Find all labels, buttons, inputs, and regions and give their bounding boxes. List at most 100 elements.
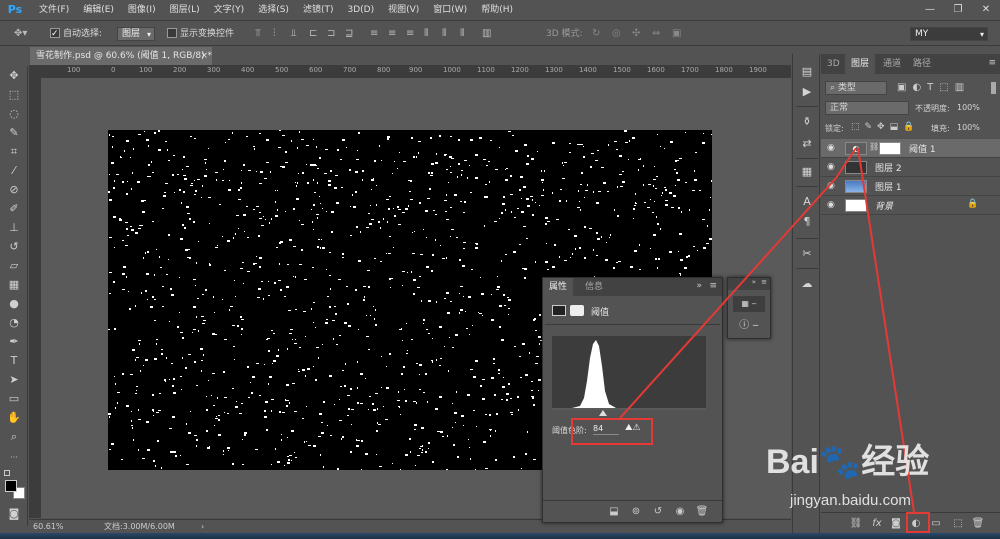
3d-pan-icon[interactable]: ✣	[632, 26, 640, 42]
paragraph-icon[interactable]: ¶	[799, 214, 815, 230]
collapse-icon[interactable]: »	[696, 281, 702, 291]
close-tab-icon[interactable]: ×	[200, 47, 208, 65]
3d-orbit-icon[interactable]: ↻	[592, 26, 600, 42]
menu-edit[interactable]: 编辑(E)	[76, 0, 121, 20]
show-transform-checkbox[interactable]: 显示变换控件	[167, 26, 234, 42]
distribute-top-icon[interactable]: ≡	[370, 26, 378, 42]
zoom-tool-icon[interactable]: ⌕	[5, 429, 23, 445]
libraries-icon[interactable]: ☁	[799, 276, 815, 292]
tab-properties[interactable]: 属性	[543, 278, 574, 296]
menu-window[interactable]: 窗口(W)	[426, 0, 474, 20]
shape-tool-icon[interactable]: ▭	[5, 391, 23, 407]
minimize-button[interactable]: —	[916, 0, 944, 20]
lock-icons[interactable]: ⬚✎✥⬓🔒	[851, 122, 919, 132]
clone-source-icon[interactable]: ⚱	[799, 114, 815, 130]
more-tools-icon[interactable]: ···	[5, 450, 23, 466]
path-select-tool-icon[interactable]: ➤	[5, 372, 23, 388]
filter-toggle-icon[interactable]	[991, 82, 996, 94]
distribute-bottom-icon[interactable]: ≡	[406, 26, 414, 42]
align-top-icon[interactable]: ⫪	[255, 26, 261, 42]
swatches-icon[interactable]: ▦	[799, 164, 815, 180]
align-bottom-icon[interactable]: ⫫	[291, 26, 297, 42]
menu-file[interactable]: 文件(F)	[32, 0, 76, 20]
align-left-icon[interactable]: ⊏	[309, 26, 317, 42]
layer-mask-thumb[interactable]	[879, 142, 901, 155]
tab-channels[interactable]: 通道	[877, 54, 907, 74]
zoom-level[interactable]: 60.61%	[33, 520, 64, 533]
blur-tool-icon[interactable]: ●	[5, 296, 23, 312]
eyedropper-tool-icon[interactable]: ⁄	[5, 163, 23, 179]
layer-row-layer1[interactable]: ◉ 图层 1	[821, 177, 1000, 196]
view-previous-icon[interactable]: ⊚	[629, 505, 643, 519]
default-colors-icon[interactable]	[4, 470, 10, 476]
layer-filter-dropdown[interactable]: ⌕ 类型	[825, 81, 887, 95]
menu-select[interactable]: 选择(S)	[251, 0, 296, 20]
filter-kind-icons[interactable]: ▣◐T⬚▥	[897, 82, 970, 93]
menu-type[interactable]: 文字(Y)	[207, 0, 252, 20]
mask-icon[interactable]	[570, 305, 584, 316]
menu-filter[interactable]: 滤镜(T)	[296, 0, 341, 20]
menu-image[interactable]: 图像(I)	[121, 0, 163, 20]
character-icon[interactable]: A	[799, 194, 815, 210]
marquee-tool-icon[interactable]: ⬚	[5, 87, 23, 103]
delete-layer-icon[interactable]: 🗑	[971, 517, 985, 531]
layer-row-layer2[interactable]: ◉ 图层 2	[821, 158, 1000, 177]
status-arrow-icon[interactable]: ›	[201, 520, 204, 533]
align-right-icon[interactable]: ⊒	[345, 26, 353, 42]
healing-tool-icon[interactable]: ⊘	[5, 182, 23, 198]
history-icon[interactable]: ▤	[799, 64, 815, 80]
visibility-eye-icon[interactable]: ◉	[827, 181, 835, 191]
pen-tool-icon[interactable]: ✒	[5, 334, 23, 350]
visibility-eye-icon[interactable]: ◉	[827, 200, 835, 210]
delete-adjustment-icon[interactable]: 🗑	[695, 505, 709, 519]
crop-tool-icon[interactable]: ⌗	[5, 144, 23, 160]
new-group-icon[interactable]: ▭	[929, 517, 943, 531]
blend-mode-dropdown[interactable]: 正常	[825, 101, 909, 115]
reset-icon[interactable]: ↺	[651, 505, 665, 519]
move-tool-icon[interactable]: ✥	[5, 68, 23, 84]
visibility-eye-icon[interactable]: ◉	[827, 162, 835, 172]
tab-3d[interactable]: 3D	[821, 54, 846, 74]
workspace-dropdown[interactable]: MY	[910, 27, 988, 41]
distribute-vcenter-icon[interactable]: ≡	[388, 26, 396, 42]
gradient-tool-icon[interactable]: ▦	[5, 277, 23, 293]
stamp-tool-icon[interactable]: ⊥	[5, 220, 23, 236]
threshold-slider-handle[interactable]	[599, 410, 607, 416]
clip-to-layer-icon[interactable]: ⬓	[607, 505, 621, 519]
panel-menu-icon[interactable]: ≡	[709, 281, 717, 291]
eraser-tool-icon[interactable]: ▱	[5, 258, 23, 274]
3d-scale-icon[interactable]: ▣	[672, 26, 681, 42]
quick-select-tool-icon[interactable]: ✎	[5, 125, 23, 141]
foreground-color-swatch[interactable]	[5, 480, 17, 492]
actions-play-icon[interactable]: ▶	[799, 84, 815, 100]
histogram-panel-icon[interactable]: ▦ ‒	[733, 296, 765, 312]
tools-presets-icon[interactable]: ✂	[799, 246, 815, 262]
panel-menu-icon[interactable]: ≡	[761, 278, 767, 286]
fx-icon[interactable]: fx	[870, 517, 884, 531]
visibility-eye-icon[interactable]: ◉	[827, 143, 835, 153]
menu-layer[interactable]: 图层(L)	[163, 0, 207, 20]
distribute-right-icon[interactable]: ⦀	[460, 26, 464, 42]
3d-slide-icon[interactable]: ⇔	[652, 26, 660, 42]
move-tool-icon[interactable]: ✥▾	[14, 26, 27, 42]
menu-help[interactable]: 帮助(H)	[474, 0, 520, 20]
quick-mask-icon[interactable]: ◙	[5, 506, 23, 522]
hand-tool-icon[interactable]: ✋	[5, 410, 23, 426]
tab-layers[interactable]: 图层	[845, 54, 876, 74]
new-layer-icon[interactable]: ⬚	[951, 517, 965, 531]
dodge-tool-icon[interactable]: ◔	[5, 315, 23, 331]
align-hcenter-icon[interactable]: ⊐	[327, 26, 335, 42]
adjustments-icon[interactable]: ⇄	[799, 136, 815, 152]
add-mask-icon[interactable]: ◙	[889, 517, 903, 531]
brush-tool-icon[interactable]: ✐	[5, 201, 23, 217]
link-layers-icon[interactable]: ⛓	[849, 517, 863, 531]
visibility-eye-icon[interactable]: ◉	[673, 505, 687, 519]
collapse-icon[interactable]: »	[752, 278, 756, 286]
document-tab[interactable]: 雪花制作.psd @ 60.6% (阈值 1, RGB/8) * ×	[30, 47, 212, 65]
align-vcenter-icon[interactable]: ⫶	[273, 26, 276, 42]
tab-info[interactable]: 信息	[579, 278, 609, 296]
layer-row-background[interactable]: ◉ 背景 🔒	[821, 196, 1000, 215]
auto-select-dropdown[interactable]: 图层	[117, 27, 156, 41]
menu-3d[interactable]: 3D(D)	[340, 0, 381, 20]
info-panel-icon[interactable]: ⓘ ‒	[733, 318, 765, 334]
